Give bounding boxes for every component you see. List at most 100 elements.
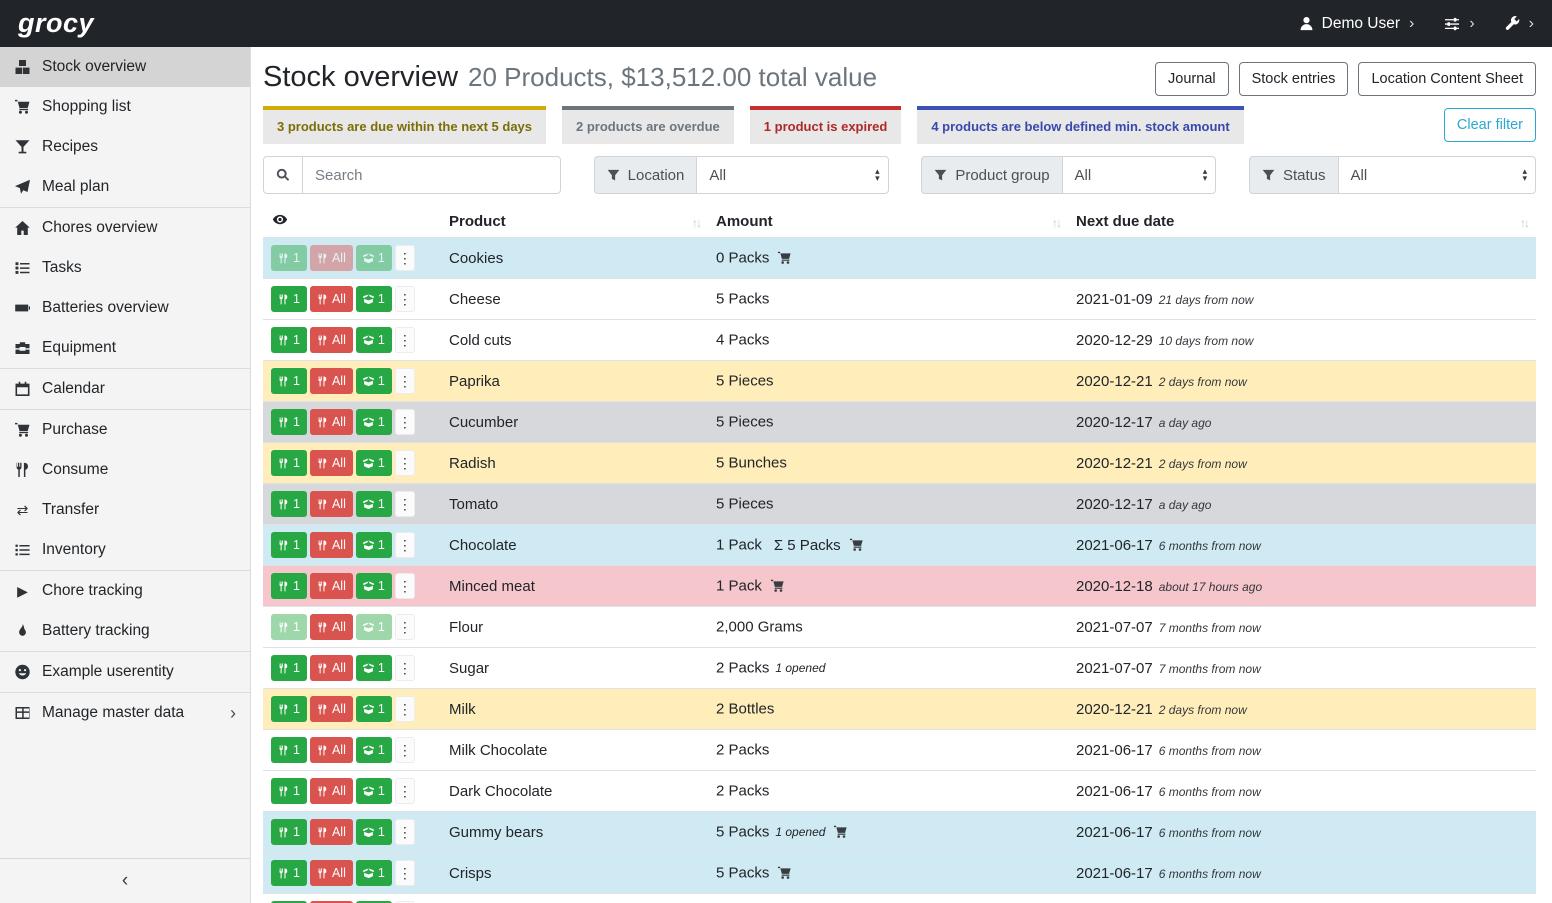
sidebar-item-manage-master-data[interactable]: Manage master data› [0, 693, 250, 733]
consume-all-button[interactable]: All [310, 819, 353, 845]
row-menu-button[interactable]: ⋮ [395, 573, 415, 599]
open-one-button[interactable]: 1 [356, 450, 392, 476]
open-one-button[interactable]: 1 [356, 409, 392, 435]
consume-one-button[interactable]: 1 [271, 491, 307, 517]
consume-all-button[interactable]: All [310, 532, 353, 558]
row-menu-button[interactable]: ⋮ [395, 532, 415, 558]
open-one-button[interactable]: 1 [356, 491, 392, 517]
sidebar-item-stock-overview[interactable]: Stock overview [0, 47, 250, 87]
sidebar-item-equipment[interactable]: Equipment [0, 328, 250, 368]
open-one-button[interactable]: 1 [356, 860, 392, 886]
row-menu-button[interactable]: ⋮ [395, 655, 415, 681]
sort-icon[interactable]: ↑↓ [1520, 216, 1528, 230]
consume-one-button[interactable]: 1 [271, 327, 307, 353]
consume-one-button[interactable]: 1 [271, 450, 307, 476]
row-menu-button[interactable]: ⋮ [395, 327, 415, 353]
open-one-button[interactable]: 1 [356, 286, 392, 312]
consume-one-button[interactable]: 1 [271, 245, 307, 271]
location-select[interactable]: All ▴▾ [696, 156, 888, 194]
row-menu-button[interactable]: ⋮ [395, 819, 415, 845]
open-one-button[interactable]: 1 [356, 696, 392, 722]
sidebar-item-calendar[interactable]: Calendar [0, 369, 250, 409]
row-menu-button[interactable]: ⋮ [395, 696, 415, 722]
sort-icon[interactable]: ↑↓ [1052, 216, 1060, 230]
sidebar-item-battery-tracking[interactable]: Battery tracking [0, 611, 250, 651]
open-one-button[interactable]: 1 [356, 819, 392, 845]
open-one-button[interactable]: 1 [356, 532, 392, 558]
sidebar-item-tasks[interactable]: Tasks [0, 248, 250, 288]
consume-all-button[interactable]: All [310, 655, 353, 681]
app-logo[interactable]: grocy [18, 8, 94, 39]
row-menu-button[interactable]: ⋮ [395, 491, 415, 517]
sidebar-item-chores-overview[interactable]: Chores overview [0, 208, 250, 248]
row-menu-button[interactable]: ⋮ [395, 368, 415, 394]
filter-chip-overdue[interactable]: 2 products are overdue [562, 106, 734, 144]
sort-icon[interactable]: ↑↓ [692, 216, 700, 230]
sidebar-item-consume[interactable]: Consume [0, 450, 250, 490]
open-one-button[interactable]: 1 [356, 614, 392, 640]
row-menu-button[interactable]: ⋮ [395, 860, 415, 886]
location-content-sheet-button[interactable]: Location Content Sheet [1358, 62, 1536, 96]
consume-all-button[interactable]: All [310, 696, 353, 722]
column-header-amount[interactable]: Amount ↑↓ [708, 206, 1068, 238]
consume-all-button[interactable]: All [310, 368, 353, 394]
open-one-button[interactable]: 1 [356, 368, 392, 394]
consume-one-button[interactable]: 1 [271, 819, 307, 845]
consume-all-button[interactable]: All [310, 778, 353, 804]
consume-one-button[interactable]: 1 [271, 655, 307, 681]
consume-all-button[interactable]: All [310, 409, 353, 435]
consume-all-button[interactable]: All [310, 286, 353, 312]
row-menu-button[interactable]: ⋮ [395, 409, 415, 435]
row-menu-button[interactable]: ⋮ [395, 614, 415, 640]
consume-one-button[interactable]: 1 [271, 737, 307, 763]
search-input[interactable] [302, 156, 561, 194]
row-menu-button[interactable]: ⋮ [395, 245, 415, 271]
sidebar-item-recipes[interactable]: Recipes [0, 127, 250, 167]
consume-all-button[interactable]: All [310, 737, 353, 763]
open-one-button[interactable]: 1 [356, 327, 392, 353]
sidebar-item-chore-tracking[interactable]: ▶Chore tracking [0, 571, 250, 611]
eye-icon[interactable] [271, 212, 289, 227]
sidebar-item-transfer[interactable]: ⇄Transfer [0, 490, 250, 530]
consume-one-button[interactable]: 1 [271, 860, 307, 886]
open-one-button[interactable]: 1 [356, 655, 392, 681]
filter-chip-due-soon[interactable]: 3 products are due within the next 5 day… [263, 106, 546, 144]
open-one-button[interactable]: 1 [356, 573, 392, 599]
column-header-next-due-date[interactable]: Next due date ↑↓ [1068, 206, 1536, 238]
journal-button[interactable]: Journal [1155, 62, 1229, 96]
consume-all-button[interactable]: All [310, 491, 353, 517]
stock-entries-button[interactable]: Stock entries [1239, 62, 1349, 96]
column-header-product[interactable]: Product ↑↓ [441, 206, 708, 238]
consume-one-button[interactable]: 1 [271, 368, 307, 394]
column-header-visibility[interactable] [263, 206, 441, 238]
filter-chip-expired[interactable]: 1 product is expired [750, 106, 902, 144]
product-group-select[interactable]: All ▴▾ [1062, 156, 1217, 194]
sidebar-item-inventory[interactable]: Inventory [0, 530, 250, 570]
consume-one-button[interactable]: 1 [271, 573, 307, 599]
consume-all-button[interactable]: All [310, 573, 353, 599]
consume-all-button[interactable]: All [310, 614, 353, 640]
open-one-button[interactable]: 1 [356, 778, 392, 804]
sidebar-item-example-userentity[interactable]: Example userentity [0, 652, 250, 692]
row-menu-button[interactable]: ⋮ [395, 286, 415, 312]
filter-chip-below-min-stock[interactable]: 4 products are below defined min. stock … [917, 106, 1243, 144]
sidebar-collapse-button[interactable]: ‹ [0, 858, 250, 903]
consume-one-button[interactable]: 1 [271, 614, 307, 640]
consume-one-button[interactable]: 1 [271, 286, 307, 312]
consume-all-button[interactable]: All [310, 860, 353, 886]
sidebar-item-purchase[interactable]: Purchase [0, 410, 250, 450]
status-select[interactable]: All ▴▾ [1338, 156, 1536, 194]
consume-one-button[interactable]: 1 [271, 409, 307, 435]
consume-one-button[interactable]: 1 [271, 696, 307, 722]
consume-one-button[interactable]: 1 [271, 778, 307, 804]
sidebar-item-meal-plan[interactable]: Meal plan [0, 167, 250, 207]
consume-all-button[interactable]: All [310, 327, 353, 353]
sidebar-item-shopping-list[interactable]: Shopping list [0, 87, 250, 127]
open-one-button[interactable]: 1 [356, 245, 392, 271]
row-menu-button[interactable]: ⋮ [395, 450, 415, 476]
open-one-button[interactable]: 1 [356, 737, 392, 763]
consume-all-button[interactable]: All [310, 450, 353, 476]
consume-one-button[interactable]: 1 [271, 532, 307, 558]
user-menu[interactable]: Demo User › [1299, 15, 1415, 33]
row-menu-button[interactable]: ⋮ [395, 737, 415, 763]
